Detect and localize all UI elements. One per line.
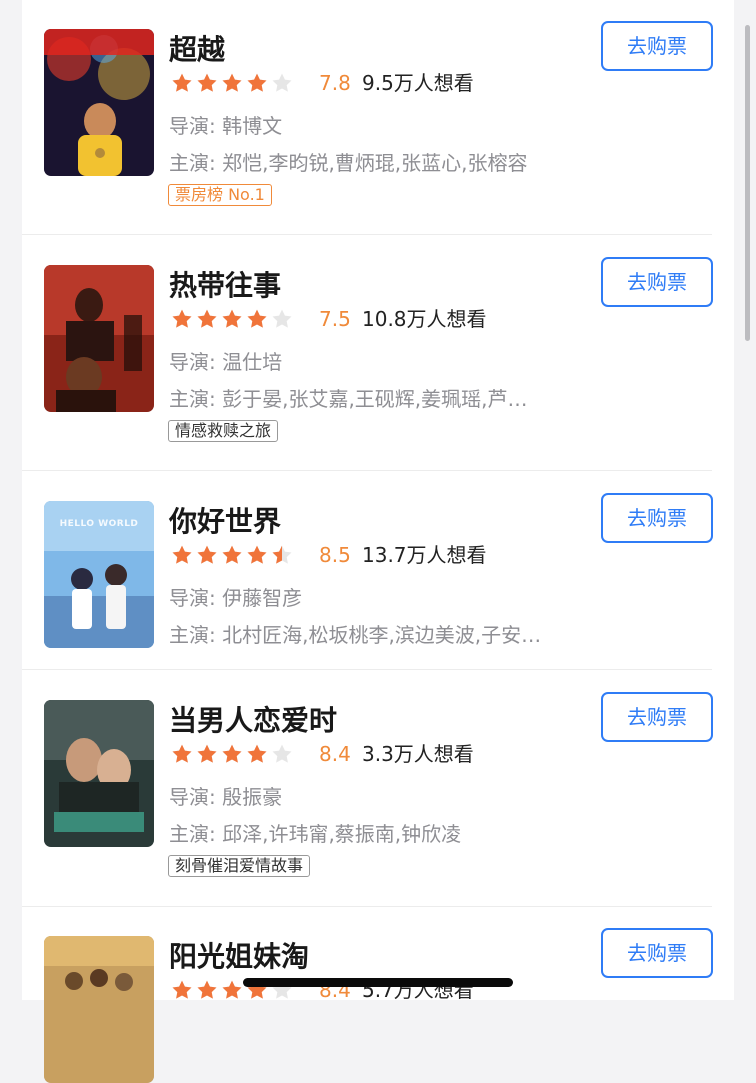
star-filled-icon: [172, 545, 192, 564]
movie-poster[interactable]: HELLO WORLD: [44, 501, 154, 648]
rating-score: 8.5: [319, 543, 351, 567]
cast-text: 主演: 彭于晏,张艾嘉,王砚辉,姜珮瑶,芦…: [169, 387, 528, 411]
want-to-see-count: 10.8万人想看: [362, 307, 487, 331]
star-half-icon: [272, 545, 292, 564]
poster-image: [44, 700, 154, 847]
buy-ticket-button[interactable]: 去购票: [601, 928, 713, 978]
movie-title[interactable]: 当男人恋爱时: [169, 704, 337, 738]
buy-ticket-button[interactable]: 去购票: [601, 692, 713, 742]
director-text: 导演: 殷振豪: [169, 785, 283, 809]
star-filled-icon: [172, 73, 192, 92]
movie-title[interactable]: 热带往事: [169, 269, 281, 303]
cast-text: 主演: 邱泽,许玮甯,蔡振南,钟欣凌: [169, 822, 462, 846]
movie-title[interactable]: 阳光姐妹淘: [169, 940, 309, 974]
home-indicator[interactable]: [243, 978, 513, 987]
star-filled-icon: [222, 73, 242, 92]
movie-title[interactable]: 你好世界: [169, 505, 281, 539]
rating-stars: [171, 308, 293, 330]
poster-image: [44, 265, 154, 412]
rating-stars: [171, 743, 293, 765]
rating-score: 8.4: [319, 742, 351, 766]
rating-score: 7.5: [319, 307, 351, 331]
star-filled-icon: [222, 309, 242, 328]
cast-text: 主演: 北村匠海,松坂桃李,滨边美波,子安…: [169, 623, 542, 647]
star-filled-icon: [172, 980, 192, 999]
star-empty-icon: [272, 309, 292, 328]
divider: [22, 470, 712, 471]
movie-poster[interactable]: [44, 700, 154, 847]
star-empty-icon: [272, 744, 292, 763]
director-text: 导演: 伊藤智彦: [169, 586, 303, 610]
buy-ticket-button[interactable]: 去购票: [601, 21, 713, 71]
movie-poster[interactable]: [44, 29, 154, 176]
movie-tag: 刻骨催泪爱情故事: [168, 855, 311, 877]
star-filled-icon: [197, 980, 217, 999]
divider: [22, 234, 712, 235]
want-to-see-count: 9.5万人想看: [362, 71, 474, 95]
star-filled-icon: [222, 980, 242, 999]
star-filled-icon: [247, 744, 267, 763]
cast-text: 主演: 郑恺,李昀锐,曹炳琨,张蓝心,张榕容: [169, 151, 528, 175]
buy-ticket-button[interactable]: 去购票: [601, 493, 713, 543]
rating-stars: [171, 544, 293, 566]
star-filled-icon: [247, 73, 267, 92]
star-filled-icon: [197, 744, 217, 763]
star-filled-icon: [172, 309, 192, 328]
star-filled-icon: [197, 309, 217, 328]
movie-tag: 情感救赎之旅: [168, 420, 279, 442]
movie-poster[interactable]: [44, 936, 154, 1083]
buy-ticket-button[interactable]: 去购票: [601, 257, 713, 307]
poster-image: [44, 29, 154, 176]
star-filled-icon: [247, 545, 267, 564]
director-text: 导演: 韩博文: [169, 114, 283, 138]
star-filled-icon: [197, 73, 217, 92]
poster-image: [44, 936, 154, 1083]
star-empty-icon: [272, 73, 292, 92]
rating-score: 7.8: [319, 71, 351, 95]
star-filled-icon: [222, 545, 242, 564]
want-to-see-count: 3.3万人想看: [362, 742, 474, 766]
rating-stars: [171, 72, 293, 94]
divider: [22, 669, 712, 670]
star-filled-icon: [222, 744, 242, 763]
poster-caption: HELLO WORLD: [59, 519, 139, 529]
want-to-see-count: 13.7万人想看: [362, 543, 487, 567]
star-filled-icon: [197, 545, 217, 564]
star-filled-icon: [172, 744, 192, 763]
director-text: 导演: 温仕培: [169, 350, 283, 374]
movie-title[interactable]: 超越: [169, 33, 225, 67]
star-filled-icon: [247, 309, 267, 328]
divider: [22, 906, 712, 907]
scrollbar[interactable]: [745, 25, 750, 341]
movie-tag: 票房榜 No.1: [168, 184, 272, 206]
movie-poster[interactable]: [44, 265, 154, 412]
